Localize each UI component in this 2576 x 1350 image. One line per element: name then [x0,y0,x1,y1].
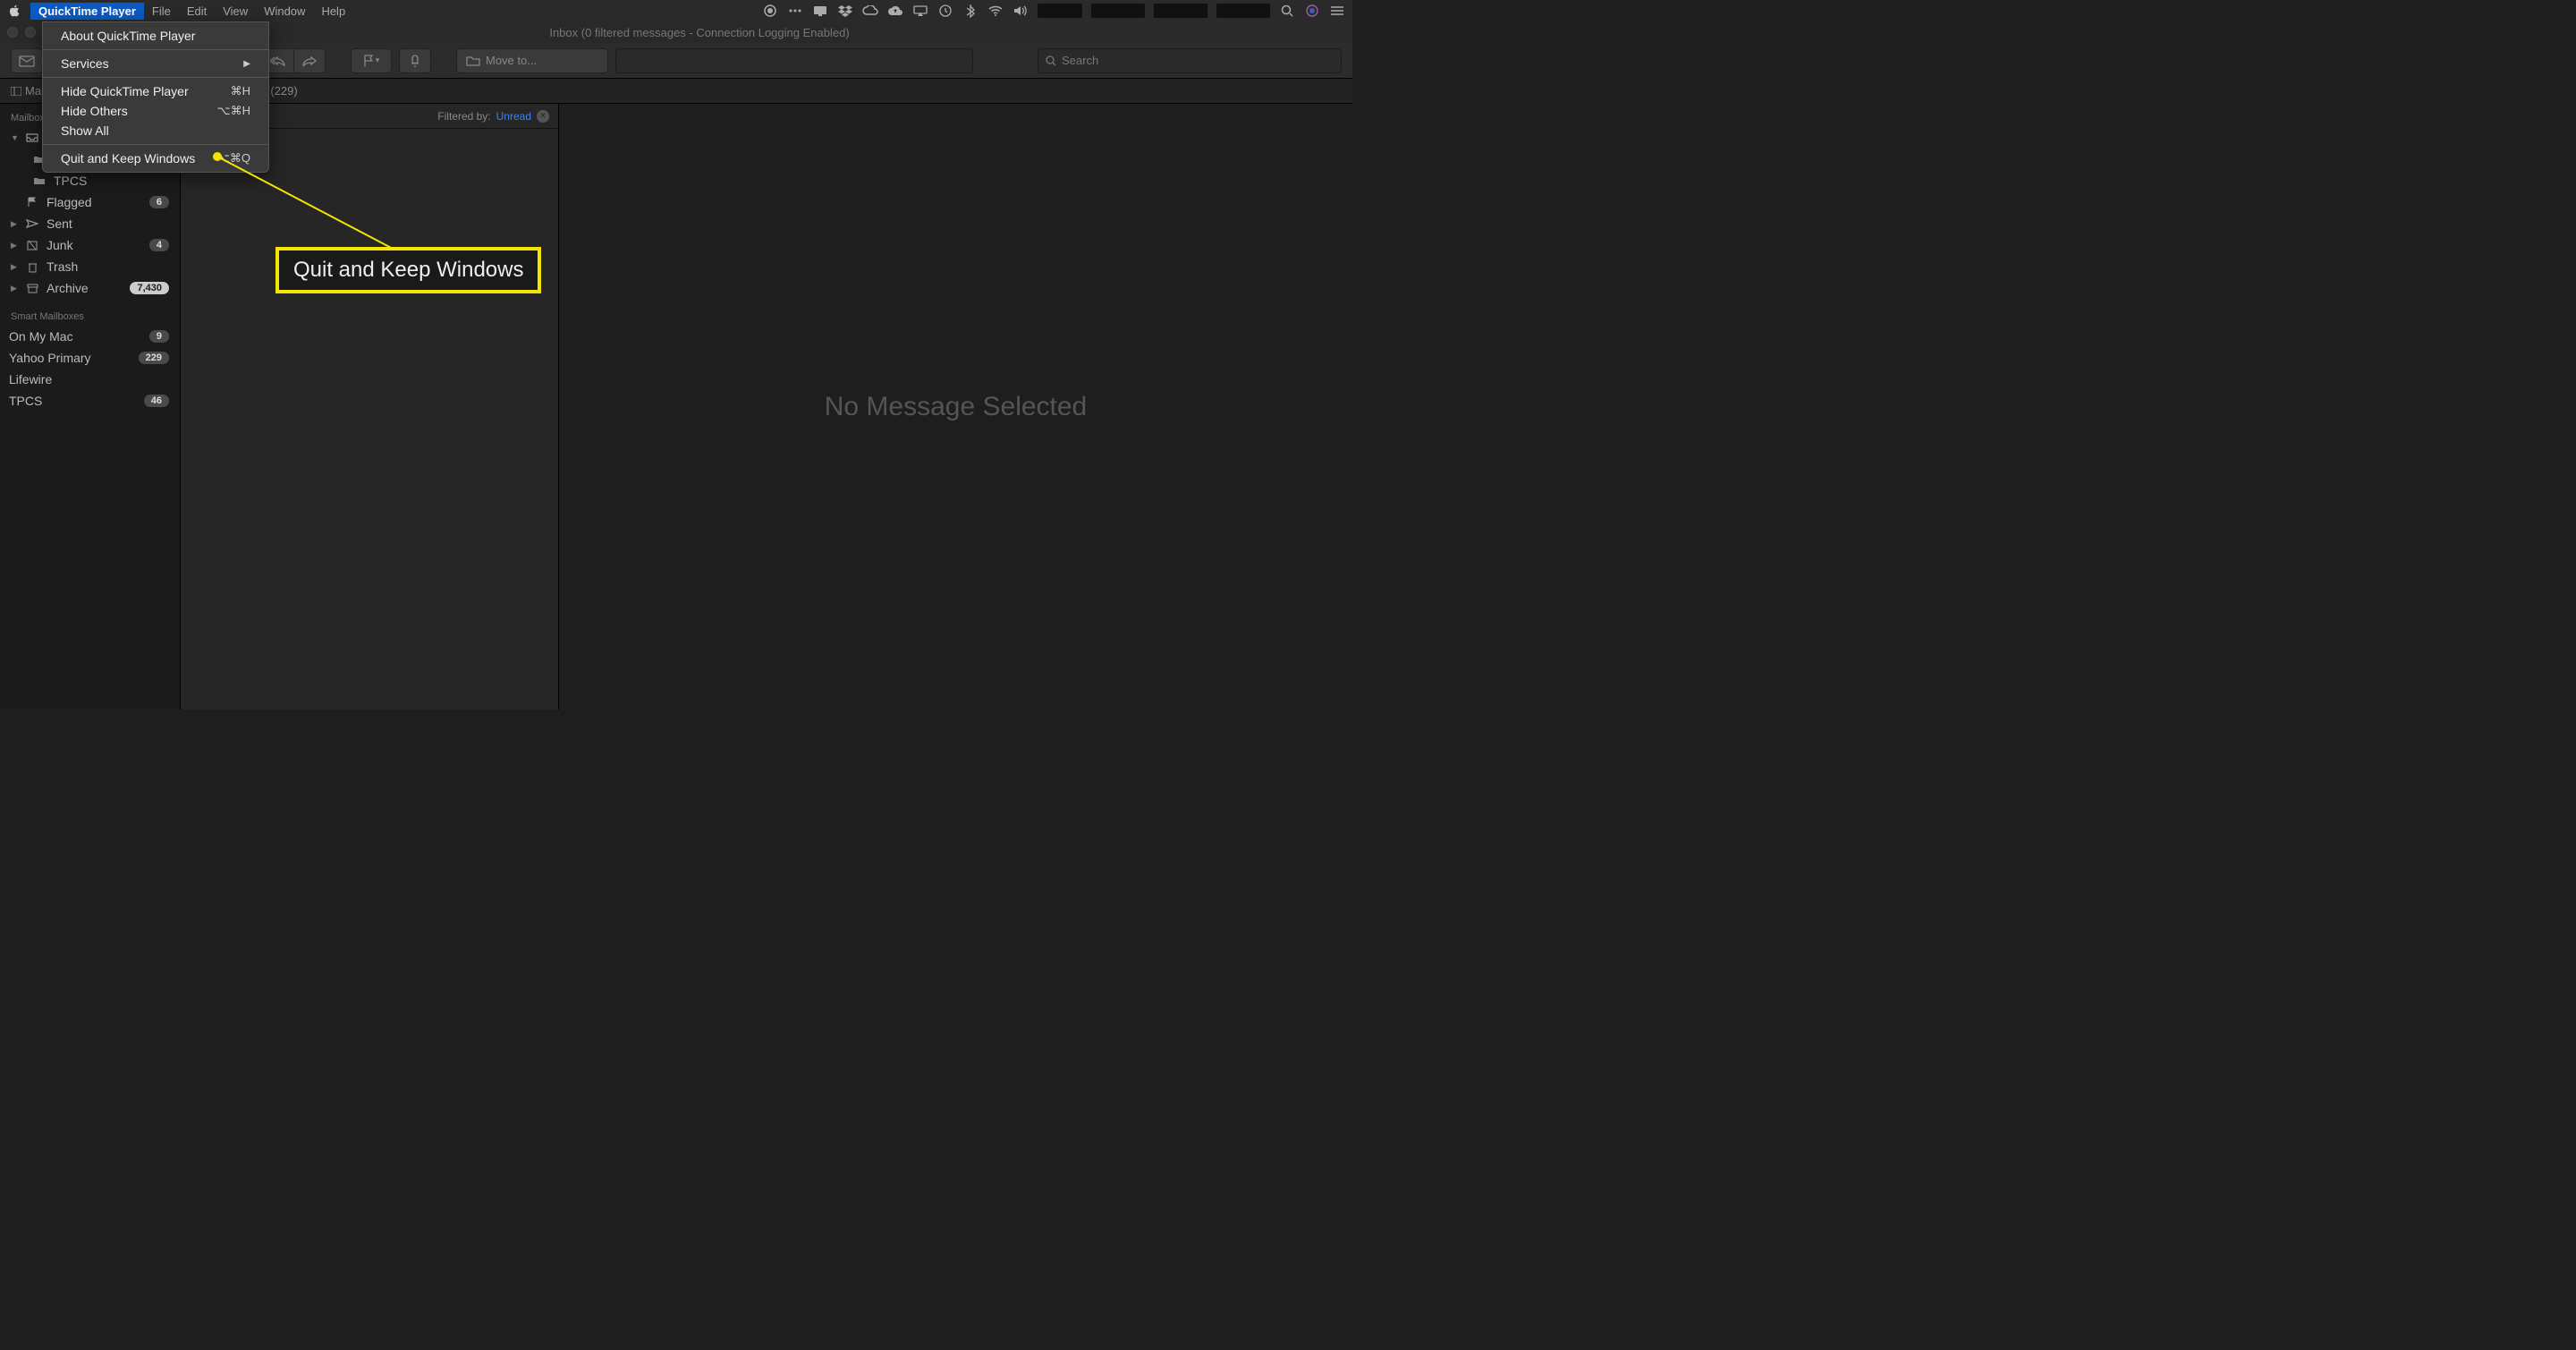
menu-separator [43,49,268,50]
filter-value[interactable]: Unread [496,110,531,123]
menu-hide[interactable]: Hide QuickTime Player⌘H [43,81,268,101]
menu-app[interactable]: QuickTime Player [30,3,144,20]
spotlight-icon[interactable] [1279,3,1295,19]
disclosure-icon[interactable]: ▶ [11,284,18,293]
menubar-right [762,3,1345,19]
display-icon[interactable] [812,3,828,19]
menu-about[interactable]: About QuickTime Player [43,26,268,46]
menu-services[interactable]: Services▶ [43,54,268,73]
sidebar-header-smart: Smart Mailboxes [0,308,180,326]
menu-separator [43,144,268,145]
count-badge: 229 [139,352,169,364]
sidebar-item-tpcs2[interactable]: TPCS 46 [0,390,180,412]
menubar: QuickTime Player File Edit View Window H… [0,0,1352,21]
sidebar-item-trash[interactable]: ▶ Trash [0,256,180,277]
bluetooth-icon[interactable] [962,3,979,19]
cloud-upload-icon[interactable] [887,3,903,19]
get-mail-button[interactable] [11,48,43,73]
sidebar-item-tpcs[interactable]: TPCS [0,170,180,191]
app-menu-dropdown: About QuickTime Player Services▶ Hide Qu… [42,21,269,173]
trash-icon [25,260,39,273]
timemachine-icon[interactable] [937,3,953,19]
forward-button[interactable] [293,48,326,73]
count-badge: 46 [144,395,169,407]
moveto-label: Move to... [486,54,537,67]
menu-edit[interactable]: Edit [179,3,215,20]
apple-logo-icon[interactable] [7,4,21,18]
count-badge: 9 [149,330,169,343]
annotation-callout: Quit and Keep Windows [275,247,541,293]
sidebar-item-flagged[interactable]: Flagged 6 [0,191,180,213]
sidebar-item-junk[interactable]: ▶ Junk 4 [0,234,180,256]
volume-icon[interactable] [1013,3,1029,19]
record-icon[interactable] [762,3,778,19]
sidebar-item-yahoo[interactable]: Yahoo Primary 229 [0,347,180,369]
sidebar-item-onmymac[interactable]: On My Mac 9 [0,326,180,347]
redacted-block [1154,4,1208,18]
redacted-block [1091,4,1145,18]
dots-icon[interactable] [787,3,803,19]
annotation-text: Quit and Keep Windows [275,247,541,293]
search-field[interactable]: Search [1038,48,1342,73]
airplay-icon[interactable] [912,3,928,19]
archive-icon [25,282,39,294]
disclosure-icon[interactable]: ▶ [11,241,18,250]
dropbox-icon[interactable] [837,3,853,19]
menu-separator [43,77,268,78]
chevron-right-icon: ▶ [243,59,250,69]
wifi-icon[interactable] [987,3,1004,19]
menu-window[interactable]: Window [256,3,313,20]
count-badge: 4 [149,239,169,251]
redacted-block [1216,4,1270,18]
creative-cloud-icon[interactable] [862,3,878,19]
disclosure-icon[interactable]: ▶ [11,262,18,272]
disclosure-icon[interactable]: ▶ [11,219,18,229]
no-message-label: No Message Selected [825,392,1088,422]
menu-show-all[interactable]: Show All [43,121,268,140]
annotation-dot [213,152,222,161]
notification-center-icon[interactable] [1329,3,1345,19]
flag-button[interactable]: ▾ [351,48,392,73]
sidebar-item-lifewire2[interactable]: Lifewire [0,369,180,390]
count-badge: 6 [149,196,169,208]
close-button[interactable] [7,27,18,38]
filter-label: Filtered by: [437,110,490,123]
sidebar: Mailboxes ▼ Inbox Lifewire TPCS Flagged … [0,104,181,709]
annotation-line [213,152,401,259]
redacted-block [1038,4,1082,18]
address-field[interactable] [615,48,973,73]
sent-icon [25,217,39,230]
inbox-icon [25,132,39,144]
main-area: Mailboxes ▼ Inbox Lifewire TPCS Flagged … [0,104,1352,709]
flag-icon [25,196,39,208]
junk-icon [25,239,39,251]
sidebar-item-archive[interactable]: ▶ Archive 7,430 [0,277,180,299]
mute-button[interactable] [399,48,431,73]
count-badge: 7,430 [130,282,169,294]
minimize-button[interactable] [25,27,36,38]
menu-view[interactable]: View [215,3,256,20]
content-pane: No Message Selected [559,104,1352,709]
search-placeholder: Search [1062,54,1098,67]
menu-hide-others[interactable]: Hide Others⌥⌘H [43,101,268,121]
sidebar-item-sent[interactable]: ▶ Sent [0,213,180,234]
menu-file[interactable]: File [144,3,179,20]
folder-icon [32,174,47,187]
clear-filter-button[interactable]: ✕ [537,110,549,123]
disclosure-icon[interactable]: ▼ [11,133,18,142]
moveto-dropdown[interactable]: Move to... [456,48,608,73]
siri-icon[interactable] [1304,3,1320,19]
menu-help[interactable]: Help [313,3,353,20]
